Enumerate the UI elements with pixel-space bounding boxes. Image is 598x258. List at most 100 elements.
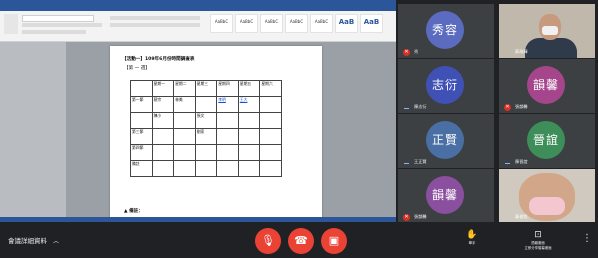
table-cell: 第三節 [130, 128, 153, 145]
table-cell [194, 96, 218, 113]
schedule-table: 星期一 星期二 星期三 星期四 星期五 星期六 第一節 蔡宗 林美 李明 王大 陳小 張文 第三節 劉家 第四… [130, 80, 282, 177]
meeting-details-label: 會議詳細資料 [8, 237, 47, 245]
table-cell: 星期五 [237, 80, 261, 97]
style-nospacing: AaBbC [235, 14, 258, 33]
participant-tile-3[interactable]: 志衍 陳志衍 [398, 59, 494, 113]
participant-name: 蔡政輝 [515, 49, 528, 54]
avatar: 正賢 [426, 121, 464, 159]
table-cell: 第四節 [130, 144, 153, 161]
more-options-icon[interactable]: ⋮ [582, 234, 592, 244]
table-cell: 備註 [130, 160, 153, 177]
participant-video [525, 38, 577, 58]
table-cell [173, 128, 196, 145]
table-row: 陳小 張文 [130, 112, 282, 129]
participant-tile-2[interactable]: 蔡政輝 [499, 4, 595, 58]
avatar: 志衍 [426, 66, 464, 104]
camera-off-icon: ▣ [328, 234, 340, 247]
mic-off-icon: 🎙 [261, 234, 275, 247]
table-row: 星期一 星期二 星期三 星期四 星期五 星期六 [130, 80, 282, 97]
chevron-up-icon: ︿ [53, 238, 60, 245]
participant-name: 張韻馨 [414, 214, 427, 219]
table-cell [237, 144, 261, 161]
table-cell [173, 112, 196, 129]
mic-icon [505, 163, 510, 164]
face-mask [529, 197, 565, 215]
participant-name: 王正賢 [414, 159, 427, 164]
raise-hand-label: 舉手 [468, 241, 476, 245]
table-cell [237, 160, 261, 177]
table-cell [259, 96, 282, 113]
table-cell [259, 128, 282, 145]
font-tools [22, 23, 102, 27]
table-cell [216, 128, 239, 145]
table-cell: 星期二 [173, 80, 196, 97]
table-row: 第四節 [130, 144, 282, 161]
leave-call-button[interactable]: ☎ [288, 228, 314, 254]
table-cell [151, 160, 175, 177]
avatar: 秀容 [426, 11, 464, 49]
avatar: 晉誼 [527, 121, 565, 159]
present-label: 立即分享螢幕畫面 [524, 246, 552, 250]
participant-name: 張韻馨 [515, 104, 528, 109]
table-cell: 陳小 [151, 112, 175, 129]
participant-name: 陳志衍 [414, 104, 427, 109]
table-cell: 蔡宗 [151, 96, 175, 113]
table-cell [216, 112, 239, 129]
style-heading-big: AaB [360, 14, 383, 33]
style-heading2: AaBbC [285, 14, 308, 33]
doc-footer: ▲ 備註： [124, 209, 143, 214]
table-cell: 林美 [173, 96, 196, 113]
table-cell: 星期一 [151, 80, 175, 97]
camera-toggle-button[interactable]: ▣ [321, 228, 347, 254]
paragraph-tools [110, 16, 200, 20]
table-cell [173, 160, 196, 177]
table-cell [130, 112, 153, 129]
participant-tile-1[interactable]: 秀容 ✕ 秀 [398, 4, 494, 58]
doc-subtitle: 【第 一 週】 [124, 66, 150, 71]
participant-name: 黃俊銘 [515, 214, 528, 219]
table-cell [194, 160, 218, 177]
table-cell: 星期三 [194, 80, 218, 97]
avatar: 韻馨 [527, 66, 565, 104]
table-cell [216, 160, 239, 177]
table-cell: 星期六 [259, 80, 282, 97]
table-cell: 張文 [194, 112, 218, 129]
table-row: 備註 [130, 160, 282, 177]
format-tools [22, 30, 86, 34]
present-now-button[interactable]: ⊡ 簡報畫面 立即分享螢幕畫面 [516, 229, 560, 251]
avatar: 韻馨 [426, 176, 464, 214]
table-cell: 王大 [237, 96, 261, 113]
table-cell [237, 128, 261, 145]
table-cell [237, 112, 261, 129]
style-gallery: AaBbC AaBbC AaBbC AaBbC AaBbC AaB AaB [210, 14, 383, 33]
hand-icon: ✋ [466, 230, 478, 240]
participant-tile-8[interactable]: 黃俊銘 [499, 169, 595, 223]
mic-muted-icon: ✕ [403, 49, 410, 56]
style-normal: AaBbC [210, 14, 233, 33]
mic-icon [404, 108, 409, 109]
doc-title: 【活動一】109年6月份時間調查表 [122, 57, 195, 62]
participant-tile-4[interactable]: 韻馨 ✕ 張韻馨 [499, 59, 595, 113]
table-cell [194, 144, 218, 161]
meeting-details-button[interactable]: 會議詳細資料 ︿ [8, 235, 59, 245]
participant-name: 陳晉誼 [515, 159, 528, 164]
participant-tile-7[interactable]: 韻馨 ✕ 張韻馨 [398, 169, 494, 223]
mic-icon [404, 163, 409, 164]
table-cell: 第一節 [130, 96, 153, 113]
style-heading3: AaBbC [310, 14, 333, 33]
participant-tile-6[interactable]: 晉誼 陳晉誼 [499, 114, 595, 168]
table-cell [259, 144, 282, 161]
navigation-pane [0, 42, 66, 217]
font-selector [22, 15, 94, 22]
table-cell [151, 128, 175, 145]
word-ribbon: AaBbC AaBbC AaBbC AaBbC AaBbC AaB AaB [0, 11, 396, 42]
shared-screen: AaBbC AaBbC AaBbC AaBbC AaBbC AaB AaB 【活… [0, 0, 396, 222]
participant-name: 秀 [414, 49, 419, 54]
raise-hand-button[interactable]: ✋ 舉手 [462, 229, 482, 246]
table-cell [173, 144, 196, 161]
mic-toggle-button[interactable]: 🎙 [255, 228, 281, 254]
style-heading1: AaBbC [260, 14, 283, 33]
participant-tile-5[interactable]: 正賢 王正賢 [398, 114, 494, 168]
table-cell [151, 144, 175, 161]
table-row: 第三節 劉家 [130, 128, 282, 145]
